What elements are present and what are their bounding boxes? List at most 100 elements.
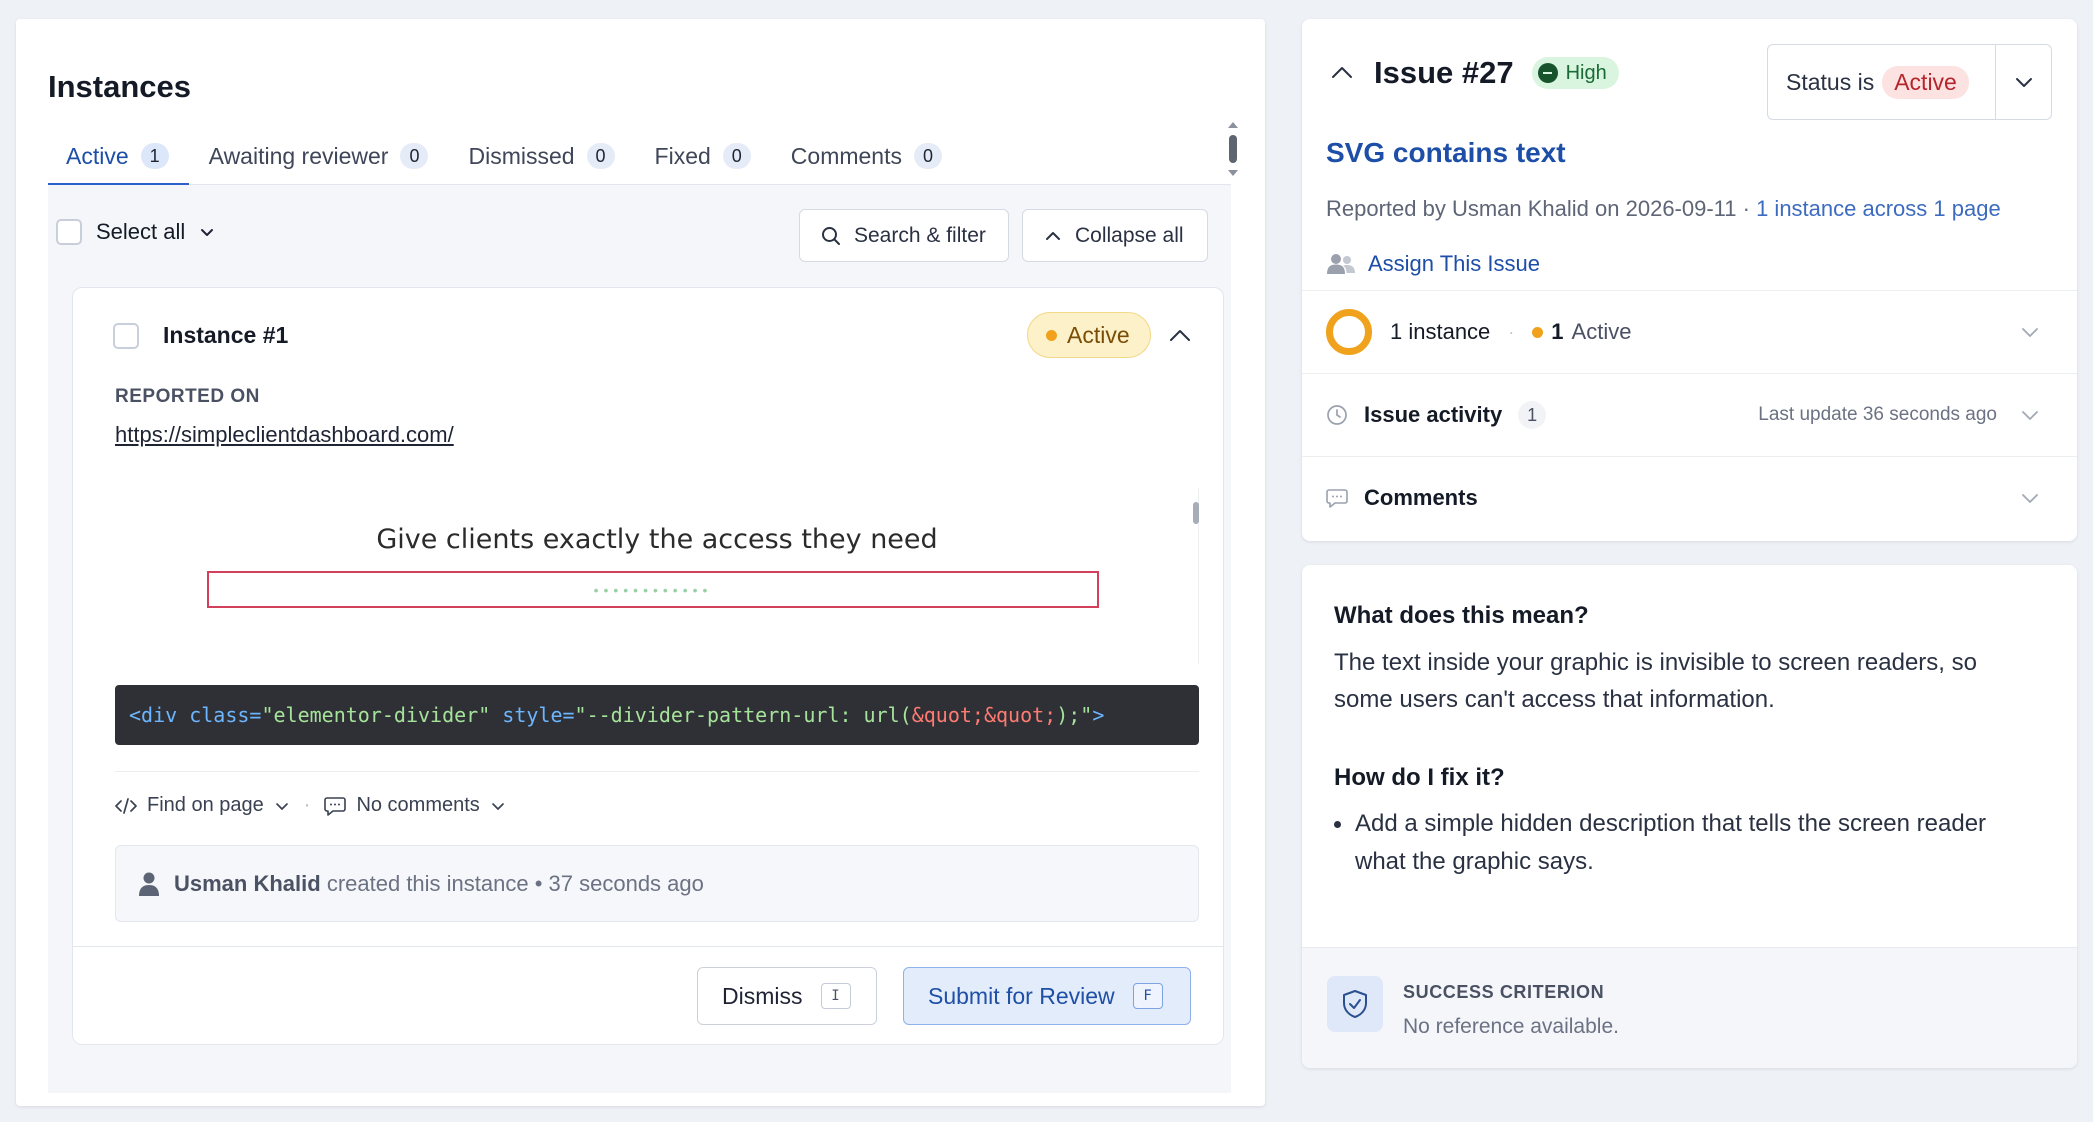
chevron-up-icon — [1332, 67, 1352, 78]
assign-issue-link[interactable]: Assign This Issue — [1326, 251, 1540, 277]
collapse-instance-button[interactable] — [1166, 322, 1194, 350]
instance-card: Instance #1 Active REPORTED ON https://s… — [72, 287, 1224, 1045]
instance-footer: Dismiss I Submit for Review F — [73, 946, 1223, 1044]
instance-checkbox[interactable] — [113, 322, 139, 349]
tab-fixed[interactable]: Fixed 0 — [635, 127, 771, 185]
instance-count-link[interactable]: 1 instance across 1 page — [1756, 196, 2001, 221]
comments-toggle-button[interactable]: No comments — [324, 794, 505, 817]
shield-check-icon — [1327, 976, 1383, 1032]
tab-active[interactable]: Active 1 — [48, 127, 189, 186]
chevron-down-icon — [199, 224, 215, 240]
instances-summary-row[interactable]: 1 instance · 1 Active — [1302, 290, 2077, 373]
chevron-down-icon — [490, 798, 506, 814]
comments-label: Comments — [1364, 485, 1478, 510]
find-on-page-label: Find on page — [147, 794, 264, 816]
no-comments-label: No comments — [356, 794, 480, 816]
tab-count-badge: 0 — [400, 143, 429, 169]
chevron-down-icon — [2019, 321, 2041, 343]
last-update-text: Last update 36 seconds ago — [1758, 404, 1997, 425]
status-dropdown-toggle[interactable] — [1995, 45, 2051, 119]
instances-summary: 1 instance — [1390, 319, 1491, 344]
severity-badge: High — [1531, 57, 1619, 89]
preview-highlight-box: •••••••••••• — [207, 571, 1099, 608]
success-criterion: SUCCESS CRITERION No reference available… — [1302, 947, 2077, 1068]
chevron-down-icon — [2019, 487, 2041, 509]
instance-actions: Find on page · No comments — [115, 794, 506, 817]
active-dot-icon — [1532, 326, 1544, 338]
severity-icon — [1537, 63, 1558, 83]
tab-label: Dismissed — [468, 142, 575, 169]
tab-comments[interactable]: Comments 0 — [771, 127, 962, 185]
criterion-label: SUCCESS CRITERION — [1403, 982, 1605, 1002]
instance-tabs: Active 1 Awaiting reviewer 0 Dismissed 0… — [48, 127, 1231, 186]
chevron-down-icon — [2015, 78, 2032, 87]
user-icon — [138, 871, 160, 897]
collapse-all-button[interactable]: Collapse all — [1022, 209, 1208, 262]
code-icon — [115, 797, 137, 815]
preview-scrollbar[interactable] — [1193, 502, 1199, 524]
help-question-meaning: What does this mean? — [1334, 602, 1589, 629]
assign-label: Assign This Issue — [1368, 251, 1541, 276]
instance-header: Instance #1 — [113, 322, 288, 349]
issue-name-link[interactable]: SVG contains text — [1326, 137, 1566, 169]
collapse-issue-button[interactable] — [1328, 59, 1356, 87]
tab-count-badge: 0 — [722, 143, 751, 169]
tab-count-badge: 0 — [586, 143, 615, 169]
status-dropdown[interactable]: Status is Active — [1767, 44, 2052, 120]
clock-icon — [1326, 404, 1348, 426]
issue-title: Issue #27 — [1374, 55, 1514, 90]
issue-meta: Reported by Usman Khalid on 2026-09-11 ·… — [1326, 196, 2001, 221]
dismiss-shortcut: I — [820, 983, 851, 1009]
chevron-down-icon — [274, 798, 290, 814]
tab-label: Awaiting reviewer — [208, 142, 389, 169]
search-filter-label: Search & filter — [854, 223, 986, 247]
submit-shortcut: F — [1132, 983, 1163, 1009]
help-fix-item: Add a simple hidden description that tel… — [1355, 810, 1987, 875]
tab-dismissed[interactable]: Dismissed 0 — [448, 127, 634, 185]
select-all-label: Select all — [96, 219, 186, 244]
tab-count-badge: 0 — [914, 143, 942, 169]
instances-panel: Instances Active 1 Awaiting reviewer 0 D… — [16, 19, 1265, 1106]
severity-label: High — [1565, 61, 1607, 84]
reported-on-label: REPORTED ON — [115, 386, 260, 407]
active-count: 1 — [1551, 319, 1564, 344]
submit-label: Submit for Review — [928, 982, 1115, 1009]
dismiss-label: Dismiss — [722, 982, 803, 1009]
status-value-badge: Active — [1882, 65, 1969, 99]
instances-title: Instances — [48, 69, 192, 104]
collapse-all-label: Collapse all — [1075, 223, 1184, 247]
activity-text: created this instance • 37 seconds ago — [326, 870, 704, 896]
select-all-control[interactable]: Select all — [56, 219, 215, 245]
chevron-up-icon — [1170, 330, 1190, 341]
progress-ring-icon — [1326, 309, 1372, 355]
instance-activity-log: Usman Khalid created this instance • 37 … — [115, 845, 1199, 922]
find-on-page-button[interactable]: Find on page — [115, 794, 290, 817]
activity-user: Usman Khalid — [174, 870, 321, 896]
instance-status-badge: Active — [1027, 312, 1151, 358]
comments-row[interactable]: Comments — [1302, 456, 2077, 539]
select-all-checkbox[interactable] — [56, 219, 82, 245]
instance-status-label: Active — [1067, 321, 1130, 348]
reported-url-link[interactable]: https://simpleclientdashboard.com/ — [115, 422, 454, 448]
tab-label: Comments — [790, 142, 902, 169]
issue-panel: Issue #27 High Status is Active SVG cont… — [1302, 19, 2077, 541]
code-snippet: <div class= "elementor-divider" style= "--… — [115, 685, 1199, 745]
issue-activity-row[interactable]: Issue activity 1 Last update 36 seconds … — [1302, 373, 2077, 456]
search-filter-button[interactable]: Search & filter — [799, 209, 1009, 262]
issue-activity-label: Issue activity — [1364, 402, 1503, 427]
instance-preview: Give clients exactly the access they nee… — [115, 488, 1199, 664]
comment-icon — [1326, 488, 1348, 508]
status-dot-icon — [1046, 329, 1057, 341]
submit-for-review-button[interactable]: Submit for Review F — [903, 967, 1191, 1025]
tab-count-badge: 1 — [140, 143, 169, 169]
help-panel: What does this mean? The text inside you… — [1302, 565, 2077, 1068]
criterion-value: No reference available. — [1403, 1015, 1619, 1038]
tab-awaiting-reviewer[interactable]: Awaiting reviewer 0 — [189, 127, 449, 185]
tabs-scrollbar[interactable] — [1223, 117, 1243, 181]
issue-header: Issue #27 High — [1328, 55, 1619, 91]
divider-dots: •••••••••••• — [593, 581, 713, 598]
chevron-up-icon — [1043, 226, 1063, 246]
status-prefix: Status is — [1786, 68, 1875, 95]
instance-title: Instance #1 — [163, 322, 289, 348]
dismiss-button[interactable]: Dismiss I — [697, 967, 877, 1025]
